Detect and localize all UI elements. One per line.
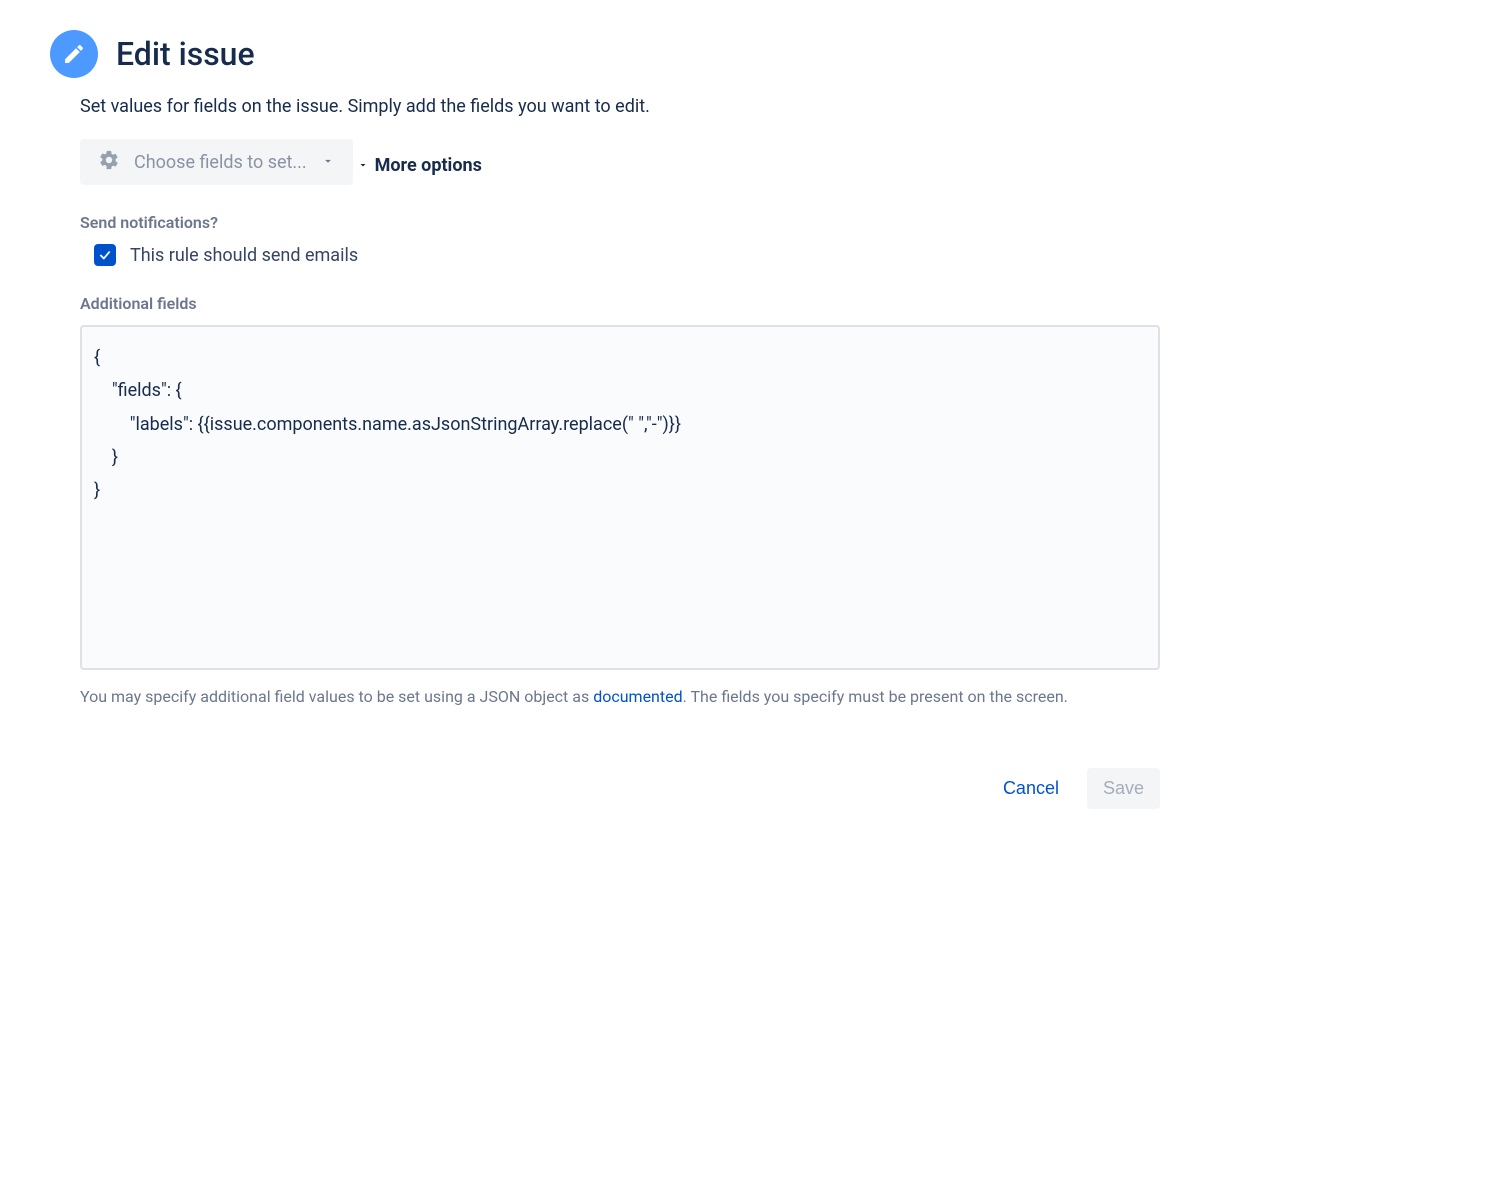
send-emails-checkbox[interactable] — [94, 244, 116, 266]
help-prefix: You may specify additional field values … — [80, 687, 593, 706]
header-row: Edit issue — [50, 30, 1460, 78]
additional-fields-textarea[interactable] — [80, 325, 1160, 670]
chevron-down-icon — [357, 155, 369, 176]
page-title: Edit issue — [116, 35, 255, 73]
more-options-label: More options — [375, 155, 482, 176]
save-button[interactable]: Save — [1087, 768, 1160, 809]
more-options-toggle[interactable]: More options — [357, 155, 482, 176]
documented-link[interactable]: documented — [593, 687, 682, 706]
choose-fields-dropdown[interactable]: Choose fields to set... — [80, 139, 353, 185]
help-suffix: . The fields you specify must be present… — [683, 687, 1068, 706]
cancel-button[interactable]: Cancel — [987, 768, 1075, 809]
additional-fields-help: You may specify additional field values … — [80, 684, 1160, 710]
button-row: Cancel Save — [80, 768, 1160, 809]
edit-issue-icon — [50, 30, 98, 78]
send-notifications-label: Send notifications? — [80, 213, 1160, 232]
send-emails-row: This rule should send emails — [94, 244, 1160, 266]
gear-icon — [98, 149, 120, 175]
chevron-down-icon — [321, 153, 335, 172]
choose-fields-label: Choose fields to set... — [134, 152, 307, 173]
page-description: Set values for fields on the issue. Simp… — [80, 96, 1160, 117]
additional-fields-label: Additional fields — [80, 294, 1160, 313]
send-emails-label: This rule should send emails — [130, 245, 358, 266]
